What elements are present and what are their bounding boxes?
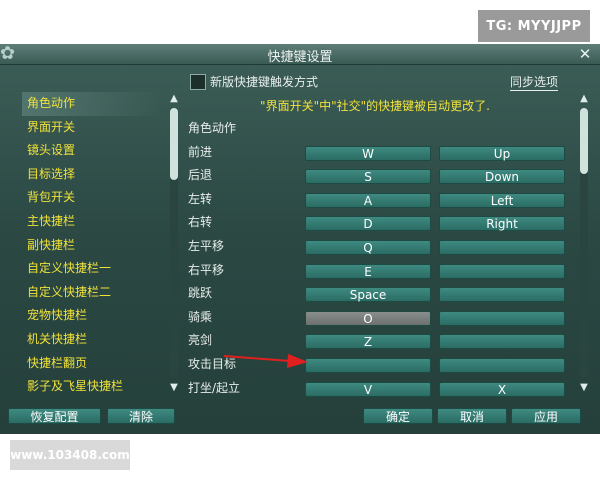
shortcut-settings-window: ✿ 快捷键设置 ✕ 角色动作 界面开关 镜头设置 目标选择 背包开关 主快捷栏 副快捷栏 自定… [0, 44, 600, 434]
secondary-key-button[interactable]: Down [439, 169, 565, 185]
secondary-key-button[interactable] [439, 287, 565, 303]
secondary-key-button[interactable]: Up [439, 145, 565, 161]
primary-key-button[interactable]: W [305, 145, 431, 161]
sidebar-item[interactable]: 镜头设置 [22, 139, 162, 163]
section-title: 角色动作 [188, 121, 237, 135]
primary-key-button[interactable]: A [305, 192, 431, 208]
bindings-scroll-thumb[interactable] [580, 108, 588, 174]
scroll-up-icon[interactable]: ▲ [578, 94, 590, 104]
binding-label: 打坐/起立 [188, 380, 241, 395]
secondary-key-button[interactable]: X [439, 381, 565, 397]
sidebar-item[interactable]: 宠物快捷栏 [22, 304, 162, 328]
sidebar-item[interactable]: 自定义快捷栏二 [22, 281, 162, 305]
binding-row: 右平移 E [188, 260, 578, 284]
binding-row: 亮剑 Z [188, 330, 578, 354]
sidebar-item[interactable]: 副快捷栏 [22, 234, 162, 258]
secondary-key-button[interactable] [439, 263, 565, 279]
reset-config-button[interactable]: 恢复配置 [8, 408, 101, 424]
title-bar[interactable]: ✿ 快捷键设置 ✕ [0, 44, 600, 65]
scroll-down-icon[interactable]: ▼ [578, 383, 590, 393]
secondary-key-button[interactable]: Right [439, 216, 565, 232]
watermark-bottom: www.103408.com [10, 440, 130, 470]
sidebar-item[interactable]: 影子及飞星快捷栏 [22, 375, 162, 399]
cancel-button[interactable]: 取消 [437, 408, 507, 424]
window-title: 快捷键设置 [267, 50, 333, 65]
new-trigger-label: 新版快捷键触发方式 [210, 75, 319, 89]
binding-label: 后退 [188, 168, 213, 183]
category-list: 角色动作 界面开关 镜头设置 目标选择 背包开关 主快捷栏 副快捷栏 自定义快捷栏一 自定义快捷… [22, 92, 162, 399]
secondary-key-button[interactable] [439, 334, 565, 350]
primary-key-button[interactable]: Z [305, 334, 431, 350]
red-arrow-icon [224, 354, 308, 368]
binding-label: 左转 [188, 191, 213, 206]
sidebar-item[interactable]: 背包开关 [22, 186, 162, 210]
bindings-scrollbar[interactable]: ▲ ▼ [578, 94, 590, 393]
scroll-down-icon[interactable]: ▼ [168, 383, 180, 393]
binding-row: 左转 A Left [188, 189, 578, 213]
auto-change-notice: "界面开关"中"社交"的快捷键被自动更改了. [260, 99, 490, 113]
secondary-key-button[interactable]: Left [439, 192, 565, 208]
sidebar-item[interactable]: 机关快捷栏 [22, 328, 162, 352]
secondary-key-button[interactable] [439, 357, 565, 373]
clear-button[interactable]: 清除 [107, 408, 175, 424]
primary-key-button[interactable]: Q [305, 239, 431, 255]
sidebar-scrollbar[interactable]: ▲ ▼ [168, 94, 180, 393]
secondary-key-button[interactable] [439, 239, 565, 255]
binding-row: 骑乘 O [188, 307, 578, 331]
binding-row: 跳跃 Space [188, 283, 578, 307]
sidebar-item[interactable]: 角色动作 [22, 92, 162, 116]
binding-label: 左平移 [188, 238, 225, 253]
primary-key-button[interactable]: S [305, 169, 431, 185]
binding-label: 亮剑 [188, 333, 213, 348]
sidebar-item[interactable]: 主快捷栏 [22, 210, 162, 234]
binding-label: 跳跃 [188, 286, 213, 301]
binding-row: 左平移 Q [188, 236, 578, 260]
primary-key-button[interactable]: O [305, 310, 431, 326]
secondary-key-button[interactable] [439, 310, 565, 326]
sidebar-item[interactable]: 自定义快捷栏一 [22, 257, 162, 281]
scroll-up-icon[interactable]: ▲ [168, 94, 180, 104]
binding-label: 骑乘 [188, 309, 213, 324]
close-icon[interactable]: ✕ [575, 44, 595, 64]
sync-options-button[interactable]: 同步选项 [510, 73, 559, 91]
binding-row: 右转 D Right [188, 212, 578, 236]
primary-key-button[interactable] [305, 357, 431, 373]
primary-key-button[interactable]: V [305, 381, 431, 397]
binding-label: 前进 [188, 144, 213, 159]
primary-key-button[interactable]: E [305, 263, 431, 279]
primary-key-button[interactable]: D [305, 216, 431, 232]
binding-row: 打坐/起立 V X [188, 378, 578, 402]
watermark-top: TG: MYYJJPP [478, 10, 590, 42]
sidebar-item[interactable]: 目标选择 [22, 163, 162, 187]
apply-button[interactable]: 应用 [511, 408, 581, 424]
binding-row: 后退 S Down [188, 165, 578, 189]
new-trigger-checkbox[interactable] [190, 74, 206, 90]
binding-label: 右转 [188, 215, 213, 230]
sidebar-scroll-thumb[interactable] [170, 108, 178, 180]
primary-key-button[interactable]: Space [305, 287, 431, 303]
binding-label: 右平移 [188, 262, 225, 277]
sidebar-item[interactable]: 界面开关 [22, 116, 162, 140]
ok-button[interactable]: 确定 [363, 408, 433, 424]
sidebar-item[interactable]: 快捷栏翻页 [22, 352, 162, 376]
binding-row: 前进 W Up [188, 142, 578, 166]
